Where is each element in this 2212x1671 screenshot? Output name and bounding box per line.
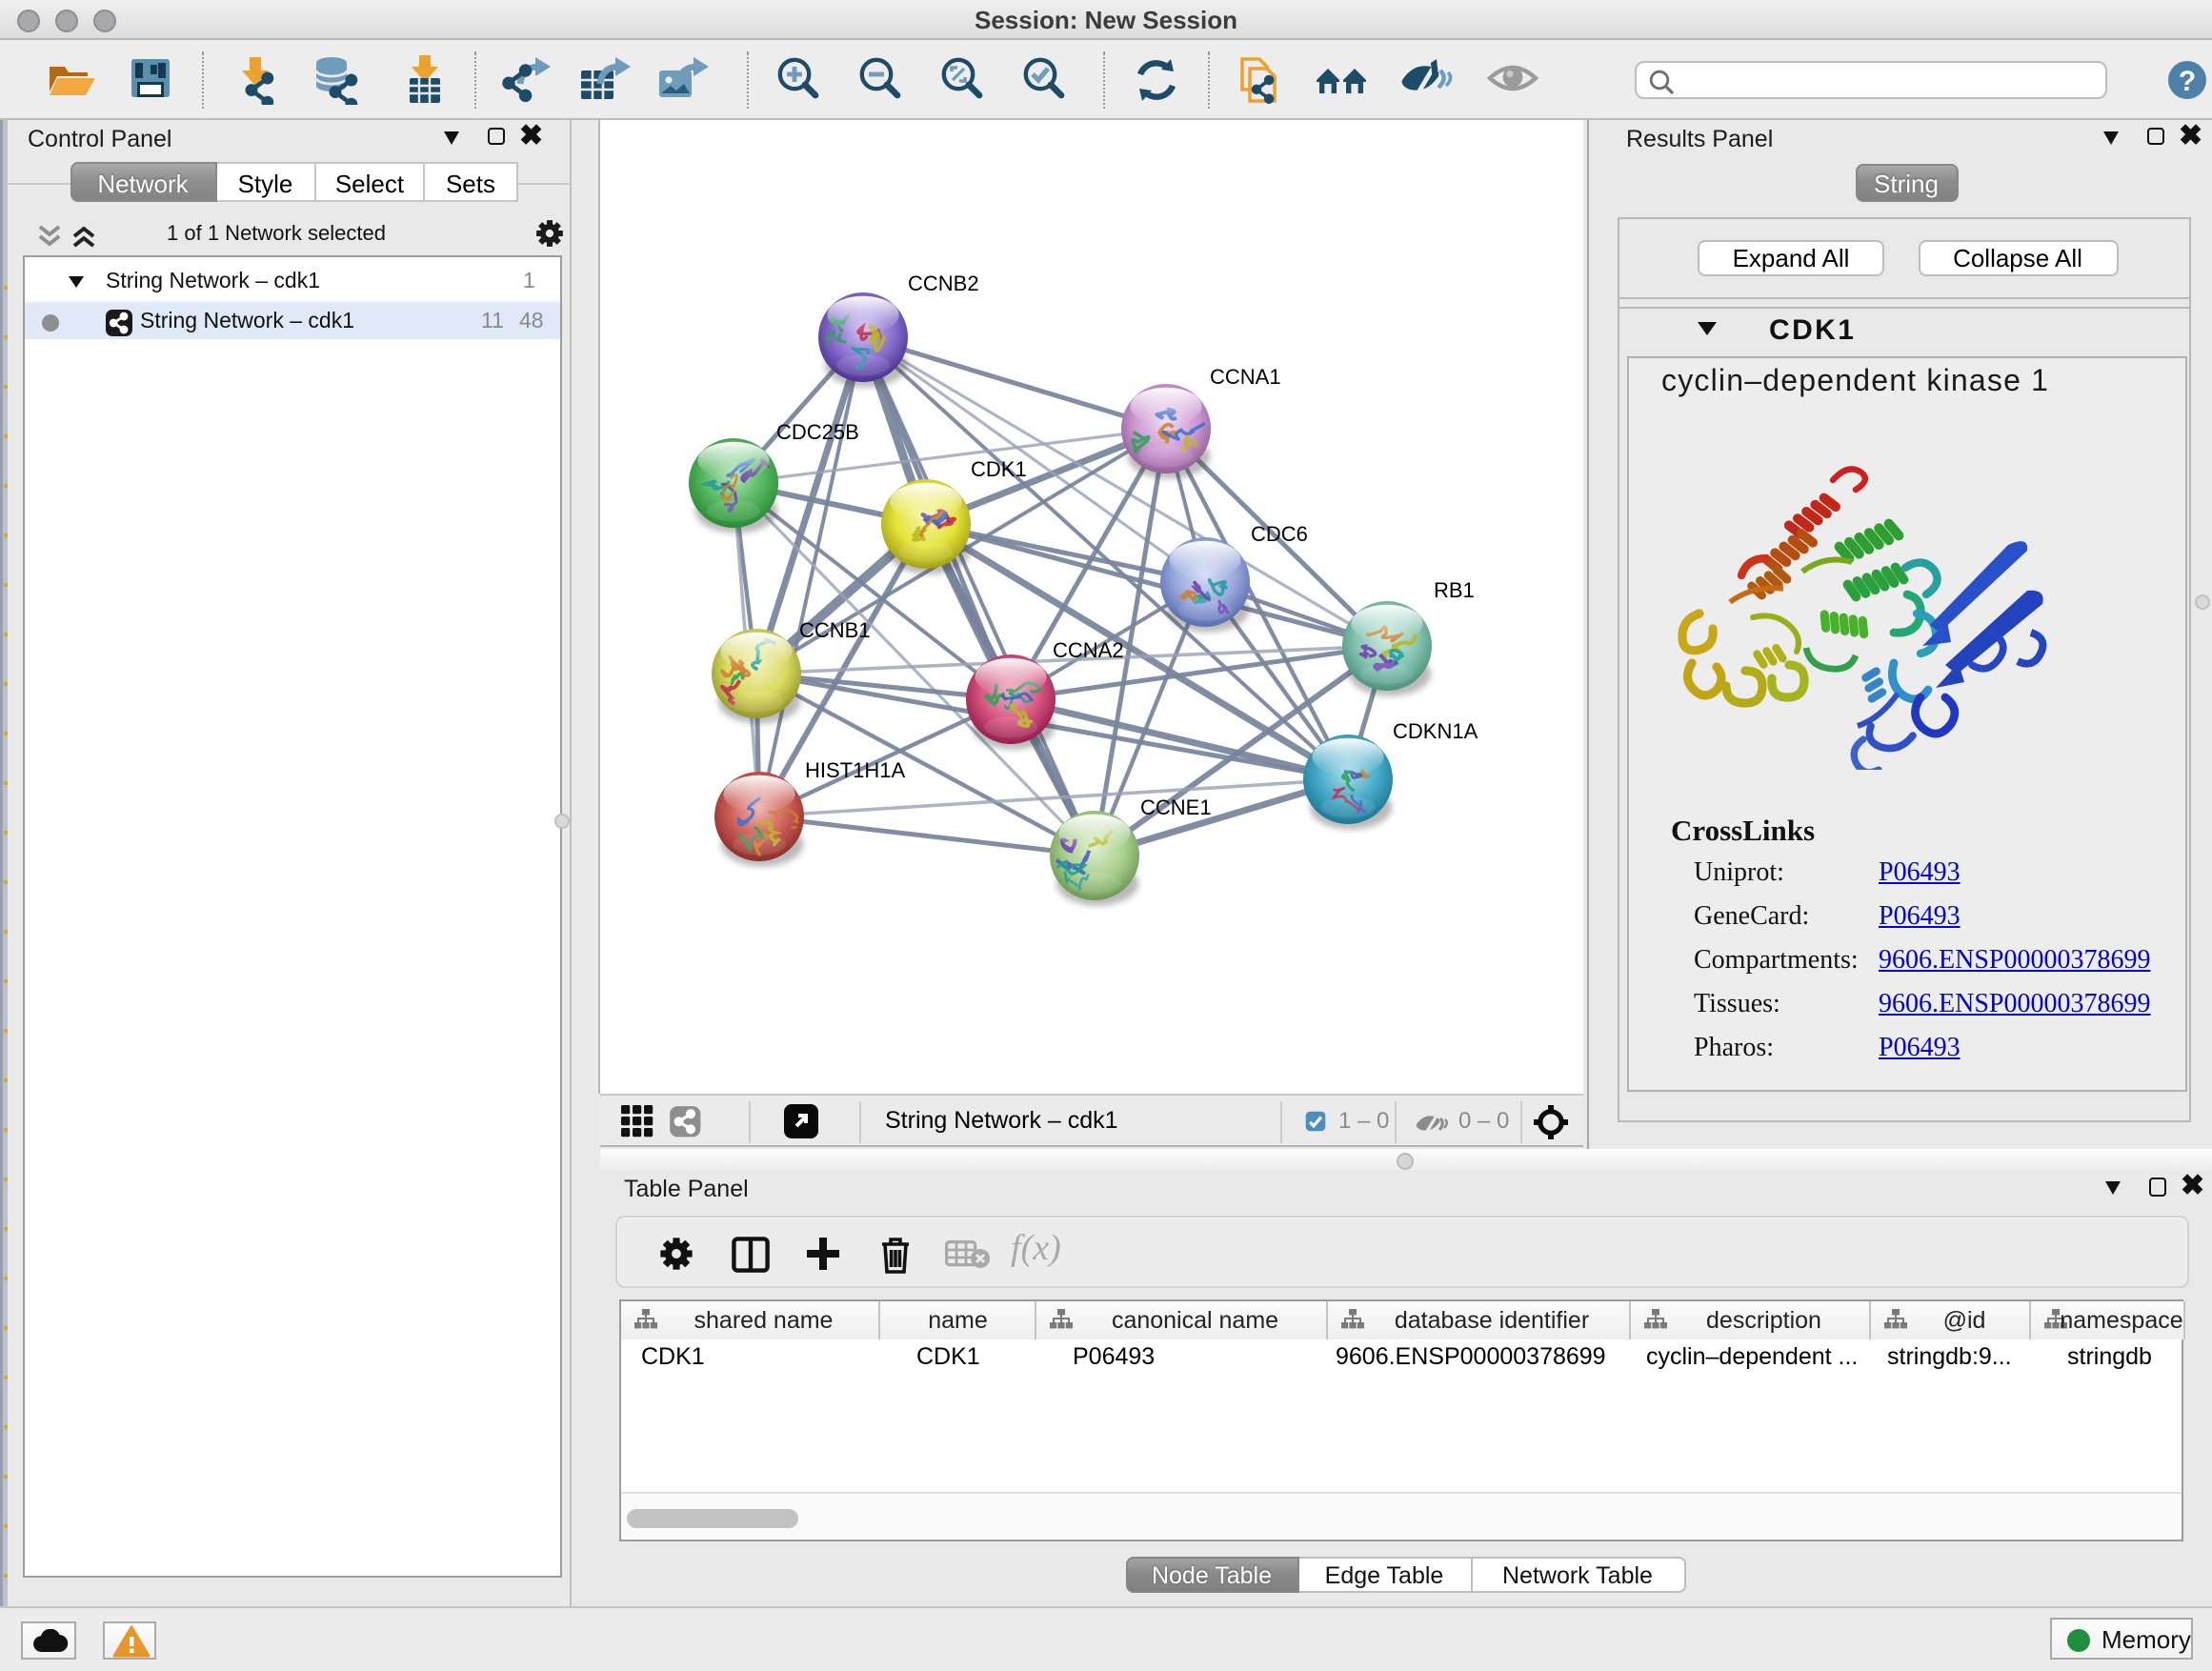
svg-text:CCNE1: CCNE1 [1140, 795, 1212, 818]
svg-text:CCNB1: CCNB1 [799, 617, 871, 641]
svg-text:?: ? [2179, 66, 2196, 97]
svg-text:CCNA1: CCNA1 [1210, 364, 1281, 388]
svg-text:HIST1H1A: HIST1H1A [805, 757, 905, 781]
svg-text:CDC6: CDC6 [1251, 521, 1308, 545]
svg-text:CDC25B: CDC25B [776, 419, 859, 443]
svg-text:CCNA2: CCNA2 [1053, 637, 1124, 661]
svg-text:CDKN1A: CDKN1A [1393, 718, 1478, 742]
svg-text:CCNB2: CCNB2 [908, 271, 979, 294]
svg-text:RB1: RB1 [1434, 577, 1475, 601]
svg-text:CDK1: CDK1 [971, 456, 1027, 480]
